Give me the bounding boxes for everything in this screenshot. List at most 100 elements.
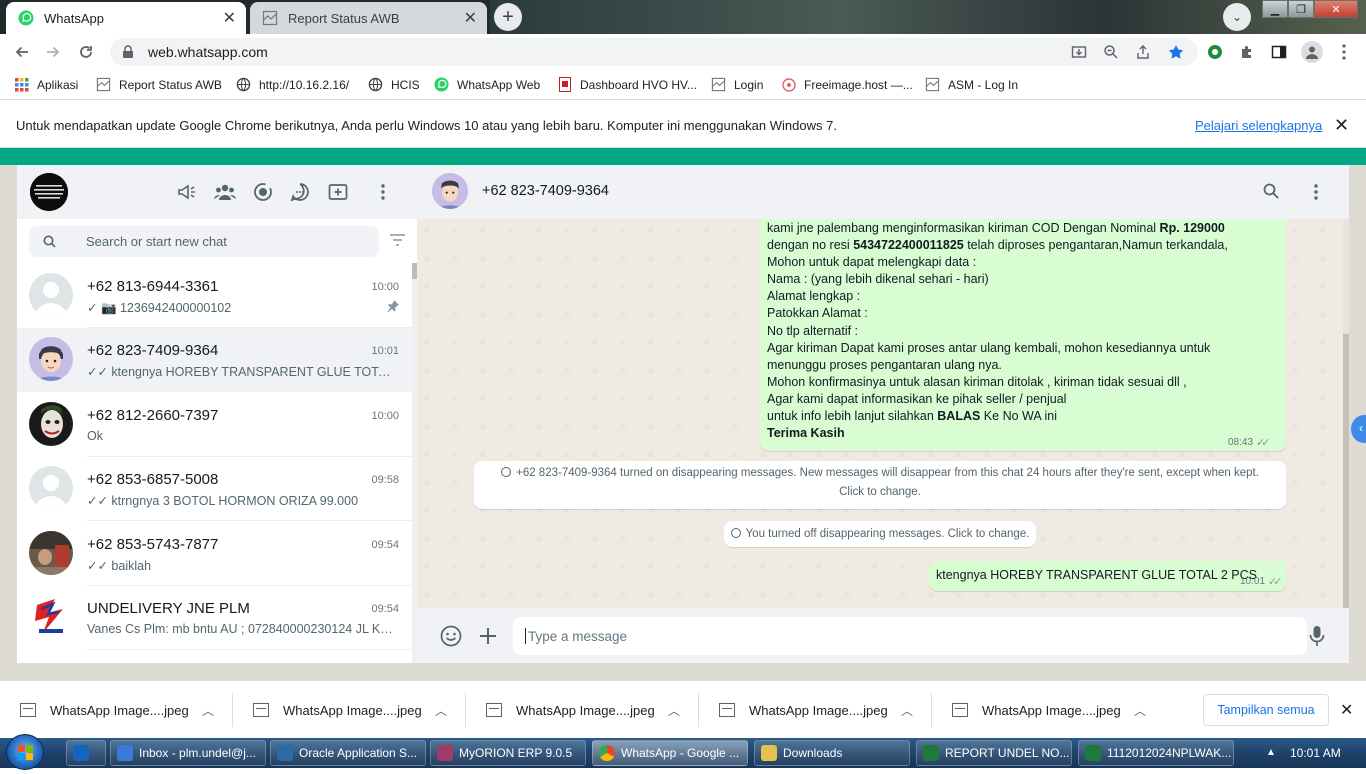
- reload-button[interactable]: [74, 40, 98, 64]
- new-chat-icon[interactable]: [327, 181, 349, 203]
- folder-icon: [761, 745, 777, 761]
- outgoing-message-bubble[interactable]: ktengnya HOREBY TRANSPARENT GLUE TOTAL 2…: [929, 561, 1286, 591]
- close-infobar-icon[interactable]: ✕: [1334, 115, 1349, 136]
- contact-name[interactable]: +62 823-7409-9364: [482, 183, 609, 199]
- bookmark-login[interactable]: Login: [711, 77, 763, 92]
- menu-dots-icon[interactable]: [372, 181, 394, 203]
- download-item[interactable]: WhatsApp Image....jpeg ︿: [932, 681, 1165, 739]
- address-bar[interactable]: web.whatsapp.com: [110, 38, 1198, 66]
- extensions-puzzle-icon[interactable]: [1238, 43, 1256, 61]
- share-icon[interactable]: [1134, 43, 1152, 61]
- chevron-up-icon[interactable]: ︿: [1134, 702, 1146, 719]
- scrollbar-thumb[interactable]: [1343, 334, 1349, 609]
- window-close-button[interactable]: ✕: [1314, 0, 1358, 18]
- bookmark-report-status[interactable]: Report Status AWB: [96, 77, 222, 92]
- download-item[interactable]: WhatsApp Image....jpeg ︿: [466, 681, 699, 739]
- chat-item[interactable]: UNDELIVERY JNE PLM 09:54 Vanes Cs Plm: m…: [17, 586, 412, 650]
- microphone-icon[interactable]: [1305, 624, 1329, 648]
- bookmark-freeimage[interactable]: Freeimage.host —...: [781, 77, 913, 92]
- chat-item[interactable]: +62 853-6857-5008 09:58 ✓✓ ktrngnya 3 BO…: [17, 457, 412, 521]
- groups-icon[interactable]: [214, 181, 236, 203]
- conversation-scrollbar[interactable]: [1343, 219, 1349, 609]
- show-all-downloads-button[interactable]: Tampilkan semua: [1203, 694, 1329, 726]
- taskbar-item[interactable]: Downloads: [754, 740, 910, 766]
- image-file-icon: [486, 703, 502, 717]
- chat-item[interactable]: +62 813-6944-3361 10:00 ✓ 📷 123694240000…: [17, 264, 412, 328]
- bookmark-apps[interactable]: Aplikasi: [14, 77, 78, 92]
- chat-separator: [87, 649, 412, 650]
- browser-menu-icon[interactable]: [1335, 43, 1353, 61]
- channels-icon[interactable]: [289, 181, 311, 203]
- tab-whatsapp[interactable]: WhatsApp ✕: [6, 2, 246, 34]
- taskbar-item[interactable]: MyORION ERP 9.0.5: [430, 740, 586, 766]
- broken-image-icon: [96, 77, 111, 92]
- start-button[interactable]: [6, 734, 44, 770]
- tray-up-arrow-icon[interactable]: ▲: [1266, 747, 1276, 758]
- communities-icon[interactable]: [176, 181, 198, 203]
- new-tab-button[interactable]: +: [494, 3, 522, 31]
- bookmark-dashboard[interactable]: Dashboard HVO HV...: [557, 77, 697, 92]
- taskbar-outlook[interactable]: [66, 740, 106, 766]
- pin-icon: [387, 300, 399, 312]
- status-icon[interactable]: [252, 181, 274, 203]
- bookmark-asm[interactable]: ASM - Log In: [925, 77, 1018, 92]
- attach-plus-icon[interactable]: [476, 624, 500, 648]
- message-line: Agar kiriman Dapat kami proses antar ula…: [767, 340, 1228, 357]
- chat-item-selected[interactable]: +62 823-7409-9364 10:01 ✓✓ ktengnya HORE…: [17, 328, 412, 392]
- search-icon[interactable]: [1263, 183, 1279, 199]
- chevron-up-icon[interactable]: ︿: [435, 702, 447, 719]
- back-button[interactable]: [10, 40, 34, 64]
- system-notice-disappearing-off[interactable]: You turned off disappearing messages. Cl…: [724, 521, 1036, 547]
- bookmark-whatsapp-web[interactable]: WhatsApp Web: [434, 77, 540, 92]
- taskbar-item[interactable]: Oracle Application S...: [270, 740, 426, 766]
- taskbar-item[interactable]: REPORT UNDEL NO...: [916, 740, 1072, 766]
- search-input[interactable]: Search or start new chat: [29, 226, 379, 257]
- side-panel-icon[interactable]: [1270, 43, 1288, 61]
- chat-name: +62 853-5743-7877: [87, 536, 219, 553]
- system-clock[interactable]: 10:01 AM: [1290, 746, 1341, 760]
- outgoing-message-bubble[interactable]: kami jne palembang menginformasikan kiri…: [760, 219, 1286, 451]
- forward-button[interactable]: [41, 40, 65, 64]
- taskbar-item[interactable]: 1112012024NPLWAK...: [1078, 740, 1234, 766]
- zoom-icon[interactable]: [1102, 43, 1120, 61]
- install-app-icon[interactable]: [1070, 43, 1088, 61]
- download-item[interactable]: WhatsApp Image....jpeg ︿: [233, 681, 466, 739]
- message-time: 10:01: [1240, 576, 1266, 587]
- bookmark-label: Report Status AWB: [119, 77, 222, 92]
- profile-avatar-icon[interactable]: [1301, 41, 1323, 63]
- chevron-up-icon[interactable]: ︿: [202, 702, 214, 719]
- maximize-button[interactable]: ❐: [1288, 0, 1314, 18]
- chat-time: 10:00: [371, 410, 399, 422]
- learn-more-link[interactable]: Pelajari selengkapnya: [1195, 118, 1322, 133]
- menu-dots-icon[interactable]: [1314, 184, 1318, 200]
- taskbar-item-active[interactable]: WhatsApp - Google ...: [592, 740, 748, 766]
- extension-green-icon[interactable]: [1206, 43, 1224, 61]
- chevron-up-icon[interactable]: ︿: [901, 702, 913, 719]
- system-notice-disappearing-on[interactable]: +62 823-7409-9364 turned on disappearing…: [474, 461, 1286, 509]
- bookmark-ip[interactable]: http://10.16.2.16/: [236, 77, 349, 92]
- excel-icon: [1085, 745, 1101, 761]
- chat-item[interactable]: +62 812-2660-7397 10:00 Ok: [17, 393, 412, 457]
- close-tab-icon[interactable]: ✕: [464, 8, 477, 28]
- green-header-band: [0, 148, 1366, 165]
- chat-item[interactable]: +62 853-5743-7877 09:54 ✓✓ baiklah: [17, 522, 412, 586]
- tab-report-status[interactable]: Report Status AWB ✕: [250, 2, 487, 34]
- chat-item-partial[interactable]: [17, 651, 412, 663]
- download-item[interactable]: WhatsApp Image....jpeg ︿: [699, 681, 932, 739]
- emoji-icon[interactable]: [439, 624, 463, 648]
- contact-avatar[interactable]: [432, 173, 468, 209]
- message-input[interactable]: Type a message: [513, 617, 1307, 655]
- message-line: Nama : (yang lebih dikenal sehari - hari…: [767, 271, 1228, 288]
- taskbar-item[interactable]: Inbox - plm.undel@j...: [110, 740, 266, 766]
- my-profile-avatar[interactable]: [30, 173, 68, 211]
- close-downloads-icon[interactable]: ✕: [1340, 700, 1353, 720]
- download-item[interactable]: WhatsApp Image....jpeg ︿: [0, 681, 233, 739]
- filter-icon[interactable]: [390, 234, 405, 246]
- bookmark-star-icon[interactable]: [1167, 43, 1185, 61]
- close-tab-icon[interactable]: ✕: [223, 8, 236, 28]
- bookmark-hcis[interactable]: HCIS: [368, 77, 420, 92]
- tab-search-button[interactable]: ⌄: [1223, 3, 1251, 31]
- minimize-button[interactable]: ▁: [1262, 0, 1288, 18]
- chevron-up-icon[interactable]: ︿: [668, 702, 680, 719]
- windows-taskbar: Inbox - plm.undel@j... Oracle Applicatio…: [0, 734, 1366, 770]
